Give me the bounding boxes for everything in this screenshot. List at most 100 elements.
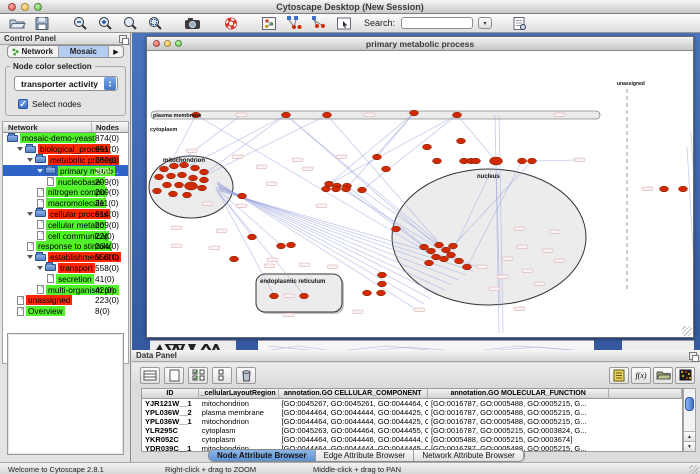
node-color-select[interactable]: transporter activity ▲▼: [14, 76, 118, 91]
tree-row[interactable]: cellular metabo209(0): [3, 219, 128, 230]
expand-arrow-icon[interactable]: [27, 212, 33, 216]
function-builder-icon[interactable]: f(x): [631, 367, 651, 384]
network-node[interactable]: [382, 166, 391, 172]
network-node[interactable]: [342, 186, 351, 192]
search-dropdown-button[interactable]: ▾: [478, 17, 492, 29]
network-node[interactable]: [679, 186, 688, 192]
expand-arrow-icon[interactable]: [17, 147, 23, 151]
tree-row[interactable]: secretion41(0): [3, 273, 128, 284]
tree-row[interactable]: establishment of lo558(0): [3, 252, 128, 263]
network-node[interactable]: [463, 264, 472, 270]
network-node[interactable]: [169, 191, 178, 197]
new-attribute-icon[interactable]: [164, 367, 184, 384]
table-row[interactable]: YJR121W__1mitochondrion[GO:0045267, GO:0…: [142, 399, 682, 408]
network-node[interactable]: [378, 272, 387, 278]
data-panel-float-icon[interactable]: [689, 352, 697, 360]
advanced-search-icon[interactable]: [508, 15, 530, 32]
snapshot-camera-icon[interactable]: [182, 15, 204, 32]
canvas-resize-grip[interactable]: [682, 326, 692, 336]
network-node[interactable]: [449, 243, 458, 249]
network-node[interactable]: [472, 158, 481, 164]
tab-network[interactable]: Network: [8, 46, 59, 57]
network-node[interactable]: [518, 158, 527, 164]
unselect-attributes-icon[interactable]: [212, 367, 232, 384]
network-node[interactable]: [457, 138, 466, 144]
network-node[interactable]: [189, 175, 198, 181]
network-view-window[interactable]: primary metabolic process plasma membran…: [146, 36, 694, 338]
tree-row[interactable]: cell communicat22(0): [3, 230, 128, 241]
layout-nodes-blue-icon[interactable]: [283, 15, 305, 32]
tree-row[interactable]: multi-organism pro42(0): [3, 284, 128, 295]
network-node[interactable]: [191, 165, 200, 171]
zoom-out-icon[interactable]: [69, 15, 91, 32]
tab-mosaic[interactable]: Mosaic: [59, 46, 110, 57]
network-node[interactable]: [170, 163, 179, 169]
column-header[interactable]: ID: [142, 389, 199, 398]
open-session-icon[interactable]: [6, 15, 28, 32]
network-node[interactable]: [410, 110, 419, 116]
search-input[interactable]: [401, 17, 473, 29]
scroll-up-button[interactable]: ▲: [684, 431, 695, 441]
network-node[interactable]: [323, 112, 332, 118]
window-resize-grip[interactable]: [689, 465, 699, 474]
column-header[interactable]: annotation.GO CELLULAR_COMPONENT: [279, 389, 428, 398]
tree-row[interactable]: transport558(0): [3, 263, 128, 274]
network-node[interactable]: [373, 154, 382, 160]
network-node[interactable]: [175, 182, 184, 188]
browser-tab[interactable]: Network Attribute Browser: [414, 450, 523, 461]
network-node[interactable]: [155, 174, 164, 180]
network-canvas[interactable]: plasma membranecytoplasmmitochondrionnuc…: [147, 52, 693, 337]
annotation-select-icon[interactable]: [333, 15, 355, 32]
expand-arrow-icon[interactable]: [27, 255, 33, 259]
layout-nodes-red-icon[interactable]: [308, 15, 330, 32]
attribute-matrix-icon[interactable]: [675, 367, 695, 384]
column-header[interactable]: _cellularLayoutRegion: [199, 389, 279, 398]
tab-overflow-arrow[interactable]: ▶: [109, 46, 123, 57]
tree-row[interactable]: cellular process614(0): [3, 209, 128, 220]
network-node[interactable]: [322, 186, 331, 192]
zoom-fit-icon[interactable]: [119, 15, 141, 32]
tree-row[interactable]: response to stimulu264(0): [3, 241, 128, 252]
network-node[interactable]: [453, 112, 462, 118]
network-node[interactable]: [163, 182, 172, 188]
expand-arrow-icon[interactable]: [27, 158, 33, 162]
attribute-table-icon[interactable]: [140, 367, 160, 384]
save-session-icon[interactable]: [31, 15, 53, 32]
table-row[interactable]: YKR052Ccytoplasm[GO:0044464, GO:0044446,…: [142, 435, 682, 444]
attribute-notes-icon[interactable]: [609, 367, 629, 384]
show-graphics-details-icon[interactable]: [258, 15, 280, 32]
network-node[interactable]: [185, 182, 198, 190]
table-row[interactable]: YPL036W__2plasma membrane[GO:0044464, GO…: [142, 408, 682, 417]
network-node[interactable]: [423, 144, 432, 150]
select-attributes-icon[interactable]: [188, 367, 208, 384]
tree-header-nodes[interactable]: Nodes: [92, 122, 128, 132]
network-node[interactable]: [230, 256, 239, 262]
network-node[interactable]: [433, 158, 442, 164]
network-node[interactable]: [363, 290, 372, 296]
network-node[interactable]: [287, 242, 296, 248]
tree-row[interactable]: biological_process651(0): [3, 144, 128, 155]
delete-attribute-icon[interactable]: [236, 367, 256, 384]
network-node[interactable]: [425, 260, 434, 266]
network-node[interactable]: [447, 252, 456, 258]
scroll-down-button[interactable]: ▼: [684, 441, 695, 451]
network-node[interactable]: [238, 193, 247, 199]
network-node[interactable]: [435, 242, 444, 248]
tree-row[interactable]: metabolic process280(0): [3, 155, 128, 166]
tree-row[interactable]: nitrogen compo209(0): [3, 187, 128, 198]
network-node[interactable]: [248, 234, 257, 240]
select-nodes-checkbox[interactable]: ✓: [18, 99, 28, 109]
tree-row[interactable]: macromolecule311(0): [3, 198, 128, 209]
network-node[interactable]: [200, 169, 209, 175]
zoom-selected-region-icon[interactable]: [144, 15, 166, 32]
network-node[interactable]: [490, 157, 503, 165]
network-node[interactable]: [455, 258, 464, 264]
network-node[interactable]: [160, 166, 169, 172]
tree-row[interactable]: unassigned223(0): [3, 295, 128, 306]
network-node[interactable]: [427, 248, 436, 254]
network-node[interactable]: [153, 188, 162, 194]
browser-tab[interactable]: Node Attribute Browser: [209, 450, 316, 461]
network-node[interactable]: [528, 158, 537, 164]
browser-tab[interactable]: Edge Attribute Browser: [316, 450, 415, 461]
network-node[interactable]: [358, 187, 367, 193]
